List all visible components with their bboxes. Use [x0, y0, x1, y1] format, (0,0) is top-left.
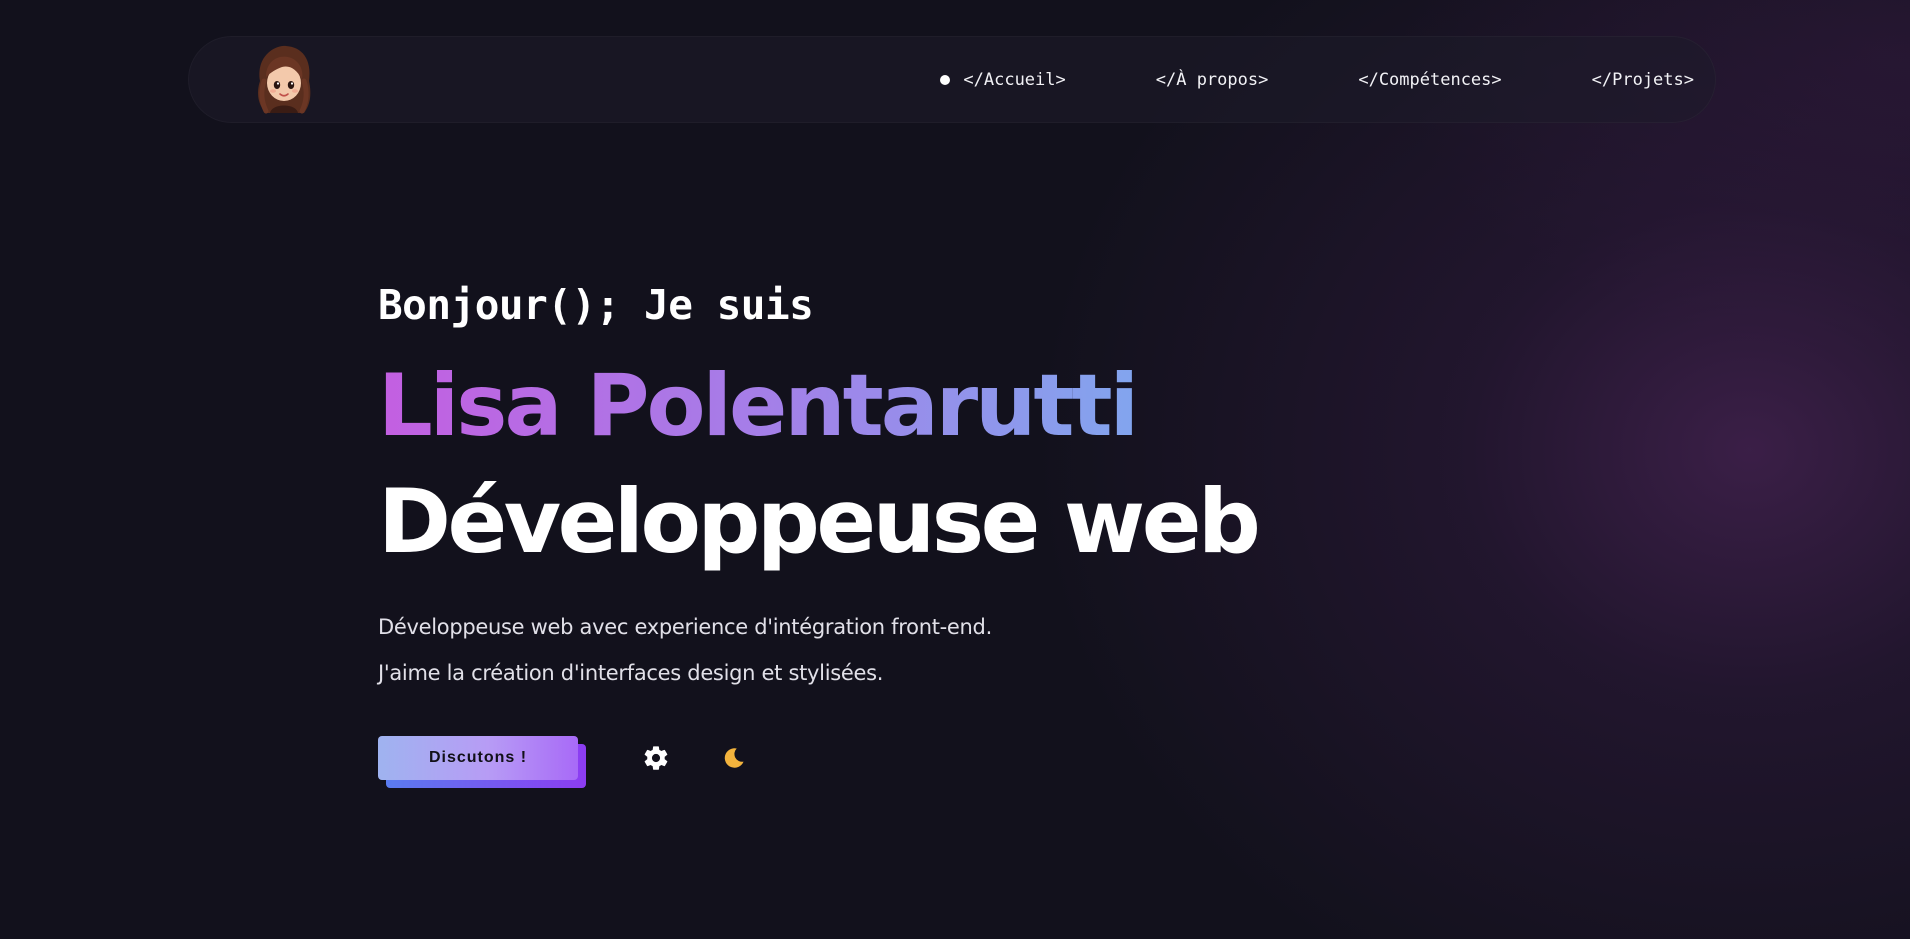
nav-link-projets[interactable]: </Projets>: [1592, 70, 1694, 90]
nav-link-label: </Accueil>: [963, 69, 1066, 90]
girl-avatar-icon[interactable]: [246, 41, 322, 117]
hero-greeting: Bonjour(); Je suis: [378, 281, 814, 329]
nav-link-label: </Projets>: [1591, 69, 1694, 90]
gear-icon[interactable]: [640, 742, 672, 774]
discutons-button[interactable]: Discutons !: [378, 736, 578, 780]
hero-description-line1: Développeuse web avec experience d'intég…: [378, 615, 992, 639]
nav-link-a-propos[interactable]: </À propos>: [1156, 70, 1269, 90]
navbar: </Accueil> </À propos> </Compétences> </…: [188, 36, 1716, 123]
hero-role: Développeuse web: [378, 470, 1261, 573]
hero-name: Lisa Polentarutti: [378, 350, 1139, 462]
nav-links: </Accueil> </À propos> </Compétences> </…: [940, 36, 1694, 123]
moon-icon[interactable]: [718, 742, 750, 774]
nav-link-competences[interactable]: </Compétences>: [1358, 70, 1501, 90]
nav-link-label: </Compétences>: [1358, 69, 1502, 90]
hero-section: Bonjour(); Je suis Lisa Polentarutti Dév…: [378, 270, 1378, 696]
active-dot-icon: [940, 74, 951, 85]
hero-description-line2: J'aime la création d'interfaces design e…: [378, 661, 884, 685]
nav-link-label: </À propos>: [1155, 69, 1269, 90]
nav-link-accueil[interactable]: </Accueil>: [940, 69, 1066, 90]
